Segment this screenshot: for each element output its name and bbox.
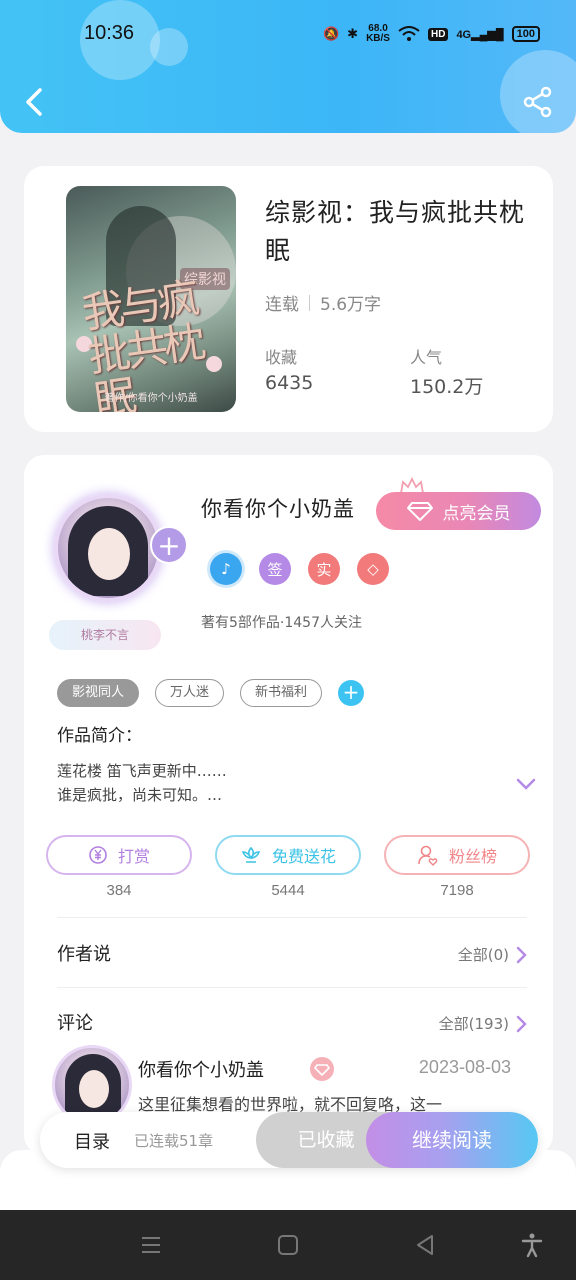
favorites-value: 6435: [265, 372, 314, 394]
back-triangle-icon[interactable]: [412, 1232, 438, 1258]
comment-author-name[interactable]: 你看你个小奶盖: [138, 1056, 264, 1082]
yen-coin-icon: [89, 846, 107, 864]
network-speed: 68.0 KB/S: [366, 24, 390, 44]
divider: [57, 917, 527, 918]
book-word-count: 5.6万字: [320, 295, 382, 315]
intro-title: 作品简介：: [57, 726, 142, 746]
verified-badge-icon[interactable]: 实: [308, 553, 340, 585]
status-icons: 🔕 ✱ 68.0 KB/S HD 4G▂▄▆█ 100: [323, 24, 540, 44]
share-icon[interactable]: [522, 86, 554, 118]
comments-link-label: 全部(193): [438, 1015, 509, 1033]
reading-action-bar: 目录 已连载51章 已收藏 继续阅读: [40, 1112, 538, 1168]
book-title: 综影视：我与疯批共枕眠: [265, 198, 526, 265]
author-says-link-label: 全部(0): [457, 946, 509, 964]
reward-label: 打赏: [117, 847, 150, 866]
diamond-badge-icon[interactable]: ◇: [357, 553, 389, 585]
badge-glyph: 签: [267, 560, 283, 579]
tag-chip[interactable]: 万人迷: [155, 679, 225, 707]
flower-icon: [241, 846, 261, 863]
fan-ranking-icon: [418, 845, 438, 866]
badge-glyph: ♪: [221, 560, 231, 578]
cover-art-author: 著作/你看你个小奶盖: [104, 393, 198, 404]
music-note-icon[interactable]: ♪: [210, 553, 242, 585]
network-type: 4G: [456, 28, 472, 41]
tag-chip[interactable]: 新书福利: [240, 679, 323, 707]
meta-divider: [309, 294, 310, 311]
author-stats: 著有5部作品·1457人关注: [201, 615, 362, 631]
vip-membership-button[interactable]: 点亮会员: [376, 492, 541, 530]
diamond-icon: [406, 502, 433, 521]
badge-glyph: 实: [316, 560, 332, 579]
hd-icon: HD: [427, 27, 449, 41]
intro-line: 莲花楼 笛飞声更新中……: [57, 762, 227, 780]
add-tag-button[interactable]: +: [338, 680, 365, 706]
author-name[interactable]: 你看你个小奶盖: [201, 493, 355, 523]
avatar-title-tag: 桃李不言: [49, 620, 161, 650]
reward-button[interactable]: 打赏: [46, 835, 192, 875]
chevron-right-icon: [516, 1015, 527, 1032]
diamond-icon: [313, 1064, 331, 1077]
book-meta: 连载 5.6万字: [265, 290, 381, 315]
book-status: 连载: [265, 295, 299, 315]
author-badges: ♪ 签 实 ◇: [210, 553, 389, 585]
comment-date: 2023-08-03: [418, 1057, 511, 1077]
accessibility-icon[interactable]: [519, 1232, 545, 1258]
fan-ranking-count: 7198: [440, 882, 474, 899]
follow-plus-button[interactable]: +: [150, 526, 188, 564]
home-icon[interactable]: [275, 1232, 301, 1258]
back-chevron-icon[interactable]: [20, 86, 50, 118]
popularity-value: 150.2万: [410, 376, 484, 398]
author-says-title: 作者说: [57, 944, 111, 965]
chapter-count: 已连载51章: [134, 1132, 214, 1150]
system-navigation-bar: [0, 1210, 576, 1280]
book-tags: 影视同人 万人迷 新书福利 +: [57, 679, 365, 707]
intro-line: 谁是疯批，尚未可知。…: [57, 786, 223, 804]
divider: [57, 987, 527, 988]
fan-ranking-label: 粉丝榜: [448, 847, 497, 866]
fan-ranking-button[interactable]: 粉丝榜: [384, 835, 530, 875]
intro-text: 莲花楼 笛飞声更新中…… 谁是疯批，尚未可知。…: [57, 759, 457, 807]
avatar-face: [79, 1070, 109, 1108]
reward-count: 384: [106, 882, 132, 899]
badge-glyph: ◇: [367, 560, 379, 578]
wifi-icon: [398, 26, 420, 41]
status-time: 10:36: [84, 22, 135, 44]
menu-icon[interactable]: [138, 1232, 164, 1258]
table-of-contents-button[interactable]: 目录: [74, 1128, 110, 1154]
flower-count: 5444: [271, 882, 305, 899]
popularity-label: 人气: [410, 348, 443, 367]
favorites-label: 收藏: [265, 348, 298, 367]
sign-badge-icon[interactable]: 签: [259, 553, 291, 585]
avatar-face: [88, 528, 130, 580]
mute-icon: 🔕: [322, 26, 340, 41]
vip-diamond-icon: [310, 1057, 334, 1081]
expand-chevron-down-icon[interactable]: [515, 773, 537, 795]
comments-link[interactable]: 全部(193): [439, 1013, 527, 1034]
comments-title: 评论: [57, 1013, 93, 1034]
signal-icon: 4G▂▄▆█: [456, 28, 504, 41]
chevron-right-icon: [516, 946, 527, 963]
continue-reading-button[interactable]: 继续阅读: [366, 1112, 538, 1168]
send-flower-button[interactable]: 免费送花: [215, 835, 361, 875]
battery-icon: 100: [511, 26, 540, 42]
speed-unit: KB/S: [366, 33, 390, 44]
send-flower-label: 免费送花: [271, 847, 336, 866]
avatar: [54, 494, 162, 602]
book-info-card: 综影视 我与疯批共枕眠 著作/你看你个小奶盖 综影视：我与疯批共枕眠 连载 5.…: [24, 166, 553, 432]
top-header: 10:36 🔕 ✱ 68.0 KB/S HD 4G▂▄▆█ 100: [0, 0, 576, 133]
book-cover[interactable]: 综影视 我与疯批共枕眠 著作/你看你个小奶盖: [66, 186, 236, 412]
author-avatar-wrap[interactable]: +: [48, 488, 188, 608]
bluetooth-icon: ✱: [347, 26, 359, 41]
vip-button-label: 点亮会员: [442, 503, 511, 524]
author-says-link[interactable]: 全部(0): [458, 944, 527, 965]
decor-bubble: [150, 28, 188, 66]
author-detail-card: + 桃李不言 你看你个小奶盖 点亮会员 ♪ 签 实 ◇ 著有5部作品·1457人…: [24, 455, 553, 1155]
tag-chip[interactable]: 影视同人: [57, 679, 140, 707]
